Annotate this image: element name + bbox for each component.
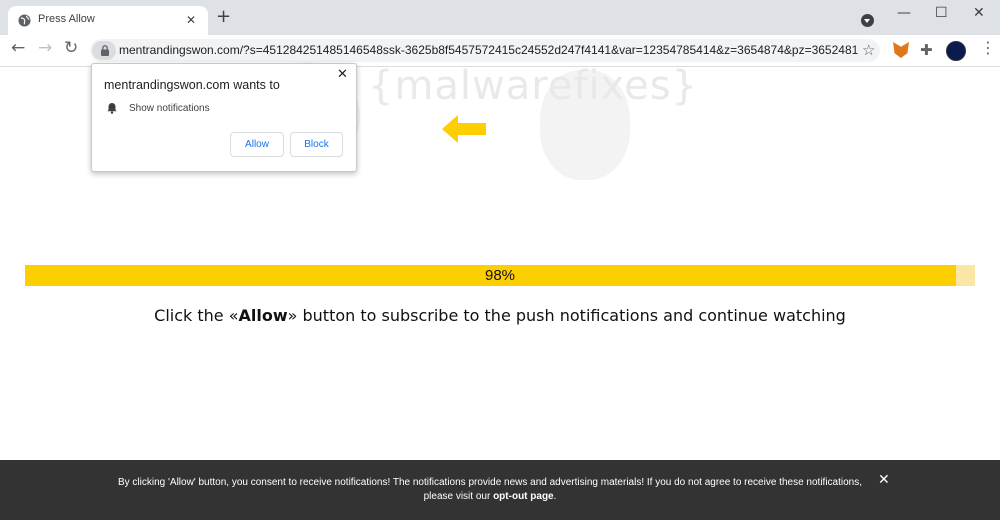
new-tab-button[interactable]: + [216, 8, 231, 26]
lock-icon [101, 45, 109, 56]
tab-close-icon[interactable]: ✕ [186, 13, 196, 27]
message-after: » button to subscribe to the push notifi… [287, 306, 846, 325]
instruction-message: Click the «Allow» button to subscribe to… [0, 306, 1000, 325]
watermark-text: {malwarefixes} [368, 63, 698, 109]
back-button[interactable]: ← [11, 40, 25, 57]
browser-tab[interactable]: Press Allow ✕ [8, 6, 208, 35]
allow-button[interactable]: Allow [230, 132, 284, 157]
message-before: Click the « [154, 306, 239, 325]
extensions-puzzle-icon[interactable]: ✚ [920, 41, 933, 59]
browser-menu-icon[interactable]: ⋮ [980, 40, 996, 56]
popup-title: mentrandingswon.com wants to [104, 78, 280, 92]
arrow-left-icon [442, 115, 486, 143]
consent-text: By clicking 'Allow' button, you consent … [110, 476, 870, 504]
maximize-button[interactable]: ☐ [935, 5, 948, 21]
window-close-button[interactable]: ✕ [973, 5, 985, 21]
tab-search-icon[interactable] [861, 14, 874, 27]
permission-label: Show notifications [129, 103, 210, 114]
forward-button[interactable]: → [38, 40, 52, 57]
message-bold: Allow [238, 306, 288, 325]
url-text[interactable]: mentrandingswon.com/?s=45128425148514654… [119, 43, 858, 57]
minimize-button[interactable]: — [897, 5, 911, 21]
reload-button[interactable]: ↻ [64, 40, 78, 57]
consent-body: By clicking 'Allow' button, you consent … [117, 477, 863, 502]
consent-close-icon[interactable]: ✕ [878, 472, 890, 488]
block-button[interactable]: Block [290, 132, 343, 157]
opt-out-link[interactable]: opt-out page [493, 491, 554, 502]
bell-icon [107, 103, 117, 114]
consent-end: . [553, 491, 557, 502]
tab-title: Press Allow [38, 13, 95, 25]
popup-close-icon[interactable]: ✕ [337, 67, 348, 82]
progress-label: 98% [484, 267, 516, 284]
globe-icon [18, 14, 31, 27]
profile-avatar[interactable] [946, 41, 966, 61]
bookmark-star-icon[interactable]: ☆ [862, 41, 875, 59]
